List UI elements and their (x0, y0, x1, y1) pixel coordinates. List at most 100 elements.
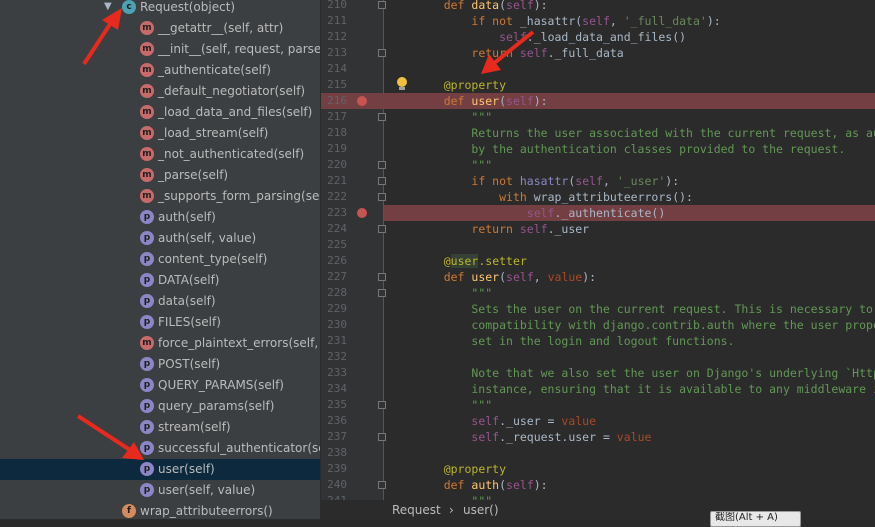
code-line[interactable]: 239 @property (321, 461, 875, 477)
code-text: return self._full_data (471, 46, 624, 60)
method-icon: m (140, 189, 154, 203)
code-line[interactable]: 224 return self._user (321, 221, 875, 237)
code-line[interactable]: 226 @user.setter (321, 253, 875, 269)
fold-marker-icon[interactable] (378, 289, 386, 297)
line-number: 235 (327, 398, 347, 411)
structure-item[interactable]: p auth(self, value) (0, 228, 320, 249)
code-line[interactable]: 222 with wrap_attributeerrors(): (321, 189, 875, 205)
code-line[interactable]: 230 compatibility with django.contrib.au… (321, 317, 875, 333)
structure-item[interactable]: p content_type(self) (0, 249, 320, 270)
structure-item-label: POST(self) (158, 357, 221, 371)
code-text: def user(self): (443, 94, 548, 108)
code-line[interactable]: 238 (321, 445, 875, 461)
fold-marker-icon[interactable] (378, 273, 386, 281)
structure-item[interactable]: p stream(self) (0, 417, 320, 438)
fold-marker-icon[interactable] (378, 113, 386, 121)
structure-item[interactable]: p QUERY_PARAMS(self) (0, 375, 320, 396)
structure-item[interactable]: p DATA(self) (0, 270, 320, 291)
structure-item[interactable]: p data(self) (0, 291, 320, 312)
code-line[interactable]: 216 def user(self): (321, 93, 875, 109)
code-line[interactable]: 236 self._user = value (321, 413, 875, 429)
code-line[interactable]: 233 Note that we also set the user on Dj… (321, 365, 875, 381)
code-line[interactable]: 225 (321, 237, 875, 253)
structure-item[interactable]: p user(self) (0, 459, 320, 480)
code-text: """ (471, 110, 493, 124)
structure-item[interactable]: f wrap_attributeerrors() (0, 501, 320, 519)
structure-item[interactable]: p user(self, value) (0, 480, 320, 501)
structure-item[interactable]: p POST(self) (0, 354, 320, 375)
line-number: 231 (327, 334, 347, 347)
structure-item[interactable]: p FILES(self) (0, 312, 320, 333)
code-line[interactable]: 229 Sets the user on the current request… (321, 301, 875, 317)
breadcrumb-class[interactable]: Request (392, 502, 441, 518)
code-text: return self._user (471, 222, 590, 236)
fold-marker-icon[interactable] (378, 193, 386, 201)
line-number: 232 (327, 350, 347, 363)
code-line[interactable]: 223 self._authenticate() (321, 205, 875, 221)
line-number: 211 (327, 14, 347, 27)
structure-item[interactable]: ▼ c Request(object) (0, 0, 320, 18)
structure-item[interactable]: m _supports_form_parsing(self (0, 186, 320, 207)
fold-marker-icon[interactable] (378, 49, 386, 57)
structure-item[interactable]: m _load_stream(self) (0, 123, 320, 144)
code-line[interactable]: 240 def auth(self): (321, 477, 875, 493)
code-line[interactable]: 214 (321, 61, 875, 77)
code-line[interactable]: 221 if not hasattr(self, '_user'): (321, 173, 875, 189)
code-line[interactable]: 213 return self._full_data (321, 45, 875, 61)
code-line[interactable]: 220 """ (321, 157, 875, 173)
structure-item[interactable]: p query_params(self) (0, 396, 320, 417)
code-line[interactable]: 219 by the authentication classes provid… (321, 141, 875, 157)
code-text: self._authenticate() (526, 206, 666, 220)
structure-item[interactable]: p auth(self) (0, 207, 320, 228)
structure-item-label: __getattr__(self, attr) (158, 21, 284, 35)
breakpoint-icon[interactable] (357, 208, 367, 218)
structure-item-label: __init__(self, request, parsers (158, 42, 320, 56)
fold-marker-icon[interactable] (378, 177, 386, 185)
method-icon: m (140, 21, 154, 35)
fold-marker-icon[interactable] (378, 481, 386, 489)
code-line[interactable]: 210 def data(self): (321, 0, 875, 13)
code-line[interactable]: 232 (321, 349, 875, 365)
code-line[interactable]: 217 """ (321, 109, 875, 125)
code-line[interactable]: 227 def user(self, value): (321, 269, 875, 285)
fold-marker-icon[interactable] (378, 225, 386, 233)
screenshot-tooltip: 截图(Alt + A) (710, 511, 801, 527)
structure-item[interactable]: m _load_data_and_files(self) (0, 102, 320, 123)
code-line[interactable]: 234 instance, ensuring that it is availa… (321, 381, 875, 397)
lightbulb-icon[interactable] (396, 77, 408, 91)
code-line[interactable]: 212 self._load_data_and_files() (321, 29, 875, 45)
structure-item[interactable]: m force_plaintext_errors(self, v (0, 333, 320, 354)
structure-item-label: QUERY_PARAMS(self) (158, 378, 284, 392)
breadcrumb-separator: › (449, 503, 454, 517)
code-line[interactable]: 218 Returns the user associated with the… (321, 125, 875, 141)
code-line[interactable]: 211 if not _hasattr(self, '_full_data'): (321, 13, 875, 29)
structure-item[interactable]: m __getattr__(self, attr) (0, 18, 320, 39)
code-line[interactable]: 215 @property (321, 77, 875, 93)
structure-item[interactable]: m _not_authenticated(self) (0, 144, 320, 165)
code-line[interactable]: 237 self._request.user = value (321, 429, 875, 445)
method-icon: m (140, 336, 154, 350)
structure-item-label: DATA(self) (158, 273, 220, 287)
expand-arrow-icon[interactable]: ▼ (104, 1, 112, 12)
structure-item-label: auth(self, value) (158, 231, 257, 245)
structure-item-label: auth(self) (158, 210, 216, 224)
structure-item[interactable]: m _default_negotiator(self) (0, 81, 320, 102)
structure-item[interactable]: m __init__(self, request, parsers (0, 39, 320, 60)
code-line[interactable]: 228 """ (321, 285, 875, 301)
fold-marker-icon[interactable] (378, 401, 386, 409)
structure-item-label: query_params(self) (158, 399, 275, 413)
breakpoint-icon[interactable] (357, 96, 367, 106)
code-text: if not hasattr(self, '_user'): (471, 174, 680, 188)
structure-item[interactable]: m _authenticate(self) (0, 60, 320, 81)
code-text: def data(self): (443, 0, 548, 12)
breadcrumb-method[interactable]: user() (463, 502, 499, 518)
code-line[interactable]: 235 """ (321, 397, 875, 413)
fold-marker-icon[interactable] (378, 161, 386, 169)
structure-item[interactable]: m _parse(self) (0, 165, 320, 186)
line-number: 226 (327, 254, 347, 267)
structure-item[interactable]: p successful_authenticator(self (0, 438, 320, 459)
fold-marker-icon[interactable] (378, 1, 386, 9)
code-line[interactable]: 231 set in the login and logout function… (321, 333, 875, 349)
line-number: 229 (327, 302, 347, 315)
fold-marker-icon[interactable] (378, 433, 386, 441)
